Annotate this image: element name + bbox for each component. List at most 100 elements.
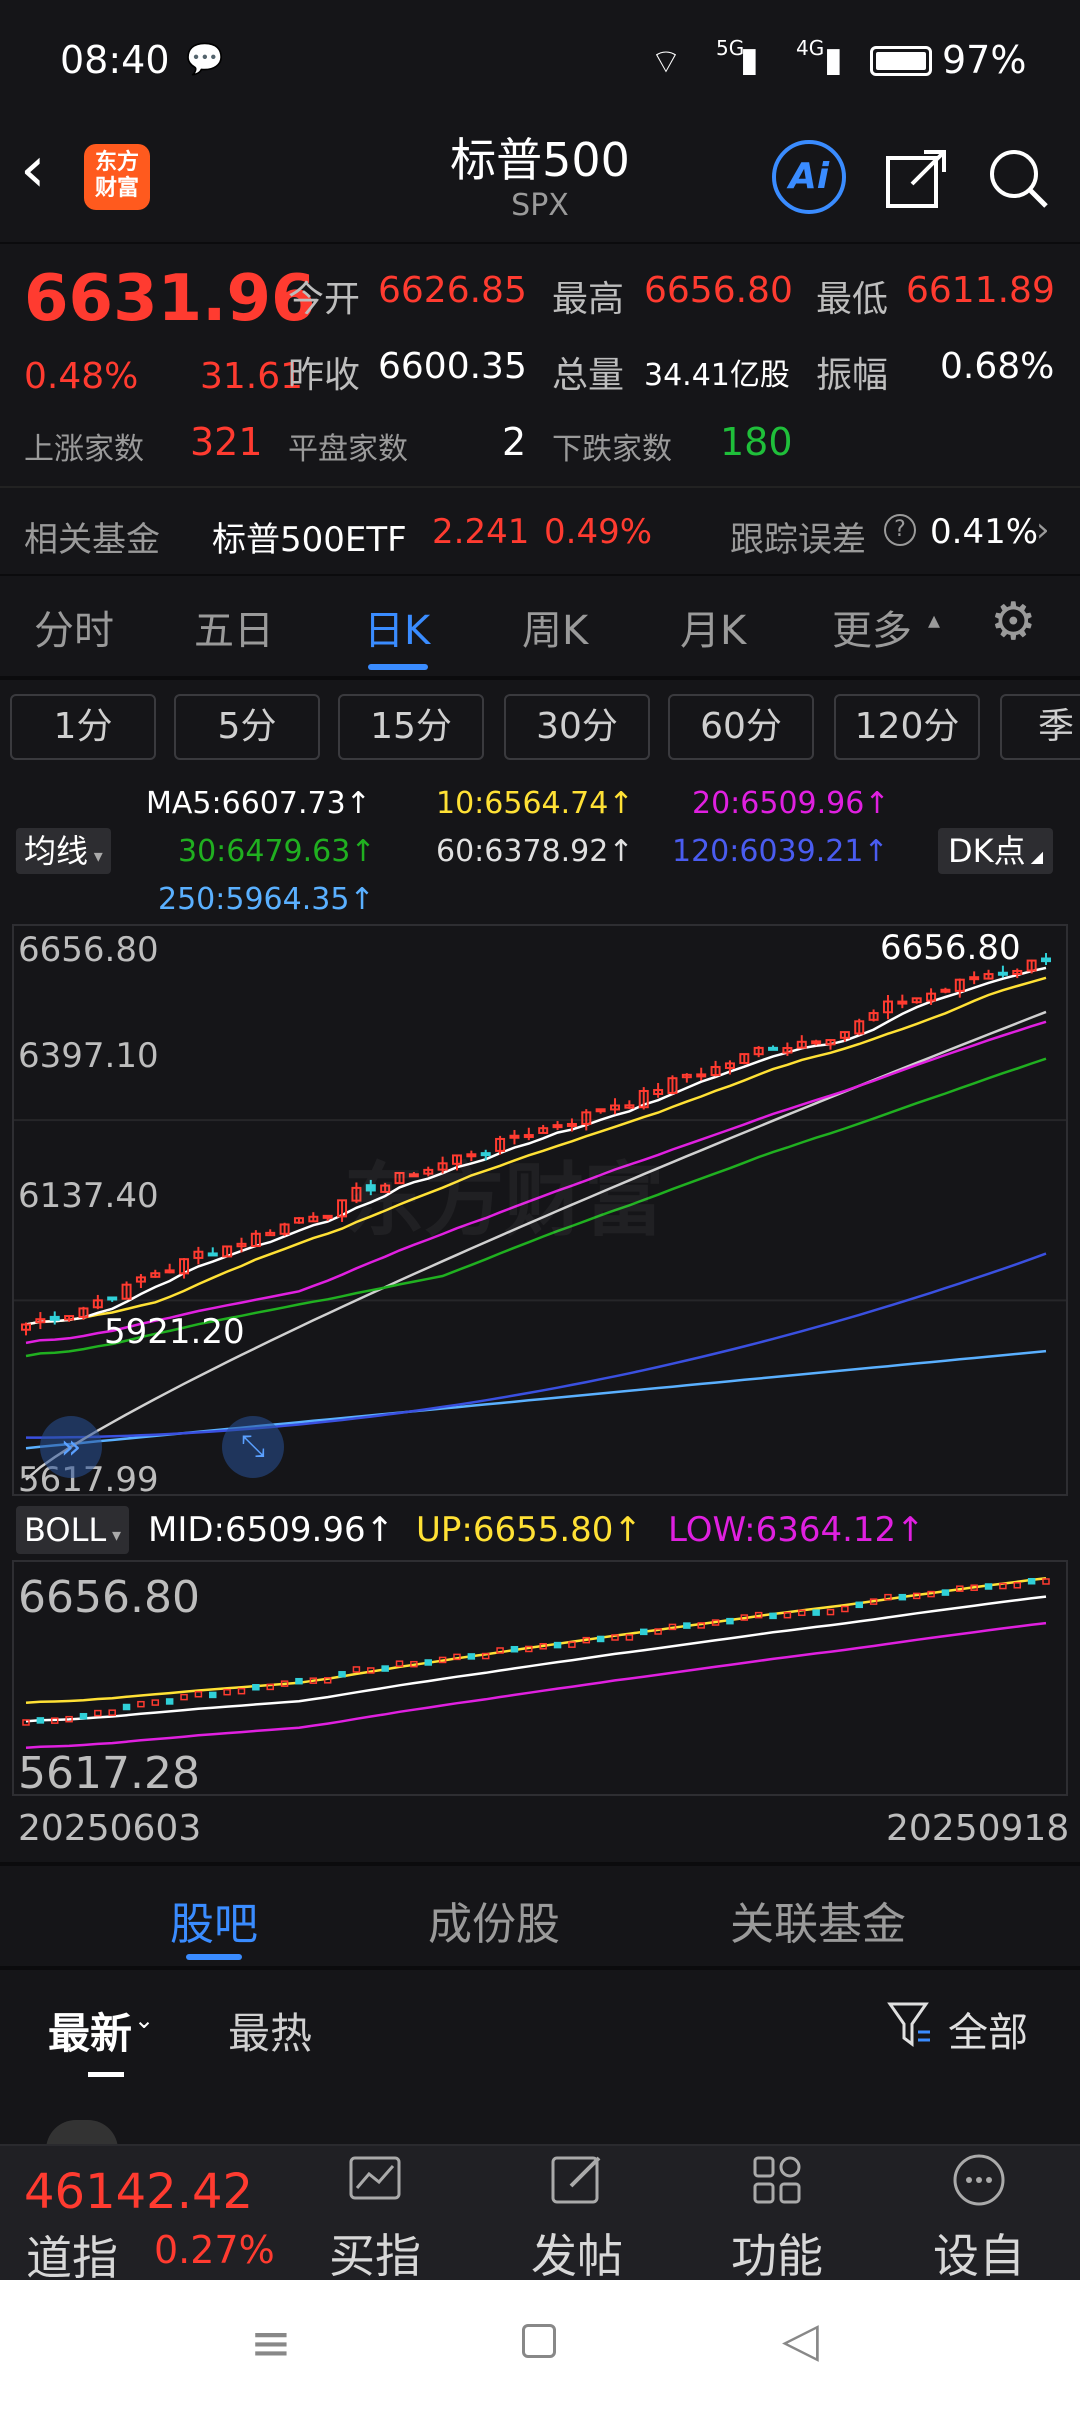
tab-intraday[interactable]: 分时 [34,598,114,656]
candle-body-13 [207,1252,218,1257]
candle-body-2 [49,1315,60,1321]
tab-five-day[interactable]: 五日 [194,598,274,656]
index-ticker[interactable]: 46142.42 道指 0.27% [0,2144,280,2285]
candle-body-38 [566,1122,577,1127]
candle-body-68 [997,971,1008,976]
top-bar: ‹ 东方 财富 标普500 SPX Ai [0,124,1080,242]
ai-button[interactable]: Ai [772,140,846,214]
boll-low-line [25,1621,1047,1749]
ma-selector[interactable]: 均线 ▾ [16,828,111,874]
flat-count: 2 [502,420,527,464]
edit-icon [551,2156,601,2204]
menu-icon[interactable]: ≡ [250,2314,292,2372]
boll-candle-12 [194,1690,203,1698]
boll-candle-69 [1013,1582,1022,1589]
boll-candle-1 [36,1717,45,1724]
tab-weekly-k[interactable]: 周K [522,598,588,656]
battery-icon [870,46,932,76]
back-nav-icon[interactable]: ◁ [782,2312,819,2368]
net-4g: 4G [796,36,825,60]
date-end: 20250918 [886,1808,1070,1849]
fullscreen-icon[interactable]: ⤡ [222,1416,284,1478]
tab-monthly-k[interactable]: 月K [680,598,746,656]
boll-chart[interactable]: 6656.80 5617.28 [12,1560,1068,1799]
boll-candle-70 [1027,1578,1036,1585]
index-price: 46142.42 [24,2164,254,2220]
filter-latest[interactable]: 最新 [48,2000,132,2061]
boll-candle-6 [108,1709,116,1716]
last-price: 6631.96 [24,262,316,336]
kline-chart[interactable]: 6656.80 6397.10 6137.40 5617.99 6656.80 … [12,924,1068,1500]
prev-close-label: 昨收 [288,355,361,396]
index-percent: 0.27% [154,2228,275,2272]
home-icon[interactable] [522,2324,556,2358]
boll-candle-68 [999,1582,1007,1590]
caret-up-icon: ▴ [928,606,941,634]
candle-body-6 [107,1296,118,1301]
period-30min[interactable]: 30分 [504,694,650,760]
boll-y-top: 6656.80 [18,1572,200,1623]
high-value: 6656.80 [644,270,793,311]
candle-body-10 [164,1269,175,1274]
related-fund-row[interactable]: 相关基金 标普500ETF 2.241 0.49% 跟踪误差 ? 0.41% › [0,500,1080,568]
up-count: 321 [190,420,263,464]
dk-point-button[interactable]: DK点 ◢ [938,828,1054,874]
filter-hot[interactable]: 最热 [228,2000,312,2061]
volume-label: 总量 [552,355,625,396]
open-value: 6626.85 [378,270,527,311]
wifi-icon: ⌔ [650,42,682,82]
boll-candle-19 [295,1677,303,1685]
candle-body-55 [811,1040,822,1045]
tab-related-funds[interactable]: 关联基金 [730,1888,906,1952]
volume-value: 34.41亿股 [644,358,790,393]
boll-candle-43 [639,1628,648,1636]
period-15min[interactable]: 15分 [338,694,484,760]
fund-label: 相关基金 [24,520,160,560]
tab-indicator [368,664,428,670]
period-120min[interactable]: 120分 [834,694,980,760]
period-quarter[interactable]: 季 [1000,694,1080,760]
period-1min[interactable]: 1分 [10,694,156,760]
period-5min[interactable]: 5分 [174,694,320,760]
fund-percent: 0.49% [544,512,653,552]
help-icon[interactable]: ? [884,514,916,546]
share-icon[interactable] [882,144,952,214]
candle-body-61 [897,1000,908,1005]
post-button[interactable]: 发帖 [512,2150,642,2286]
filter-icon[interactable] [886,1998,932,2050]
y-axis-top: 6656.80 [18,930,159,970]
expand-sidebar-icon[interactable]: » [40,1416,102,1478]
functions-button[interactable]: 功能 [712,2150,842,2286]
boll-candle-52 [769,1612,777,1620]
boll-candle-5 [94,1709,102,1717]
search-icon[interactable] [986,146,1052,212]
tab-more[interactable]: 更多 [832,598,912,656]
prev-close-value: 6600.35 [378,346,527,387]
tab-stock-bar[interactable]: 股吧 [170,1888,258,1952]
flat-count-label: 平盘家数 [288,432,408,467]
boll-candle-42 [625,1634,634,1641]
filter-all[interactable]: 全部 [948,2000,1028,2058]
filter-underline [88,2072,124,2077]
boll-candle-0 [22,1719,30,1726]
boll-low: LOW:6364.12↑ [668,1510,925,1550]
fund-price: 2.241 [432,512,530,552]
tab-constituents[interactable]: 成份股 [428,1888,560,1952]
ma20-value: 20:6509.96↑ [692,786,890,821]
page-subtitle: SPX [511,188,569,223]
tab-daily-k[interactable]: 日K [364,598,430,656]
boll-candle-46 [683,1622,691,1629]
logo: 东方 财富 [84,144,150,210]
boll-selector[interactable]: BOLL ▾ [16,1506,129,1554]
period-60min[interactable]: 60分 [668,694,814,760]
gear-icon[interactable]: ⚙ [990,592,1037,652]
boll-candle-25 [381,1665,389,1672]
chevron-down-icon: ⌄ [134,2006,155,2034]
date-start: 20250603 [18,1808,202,1849]
boll-candle-37 [553,1641,562,1649]
signal-icon-2: ▮ [824,40,843,80]
back-icon[interactable]: ‹ [20,138,46,202]
watermark: 东方财富 [344,1154,664,1247]
chevron-right-icon: › [1036,510,1050,550]
boll-candle-40 [596,1635,605,1643]
